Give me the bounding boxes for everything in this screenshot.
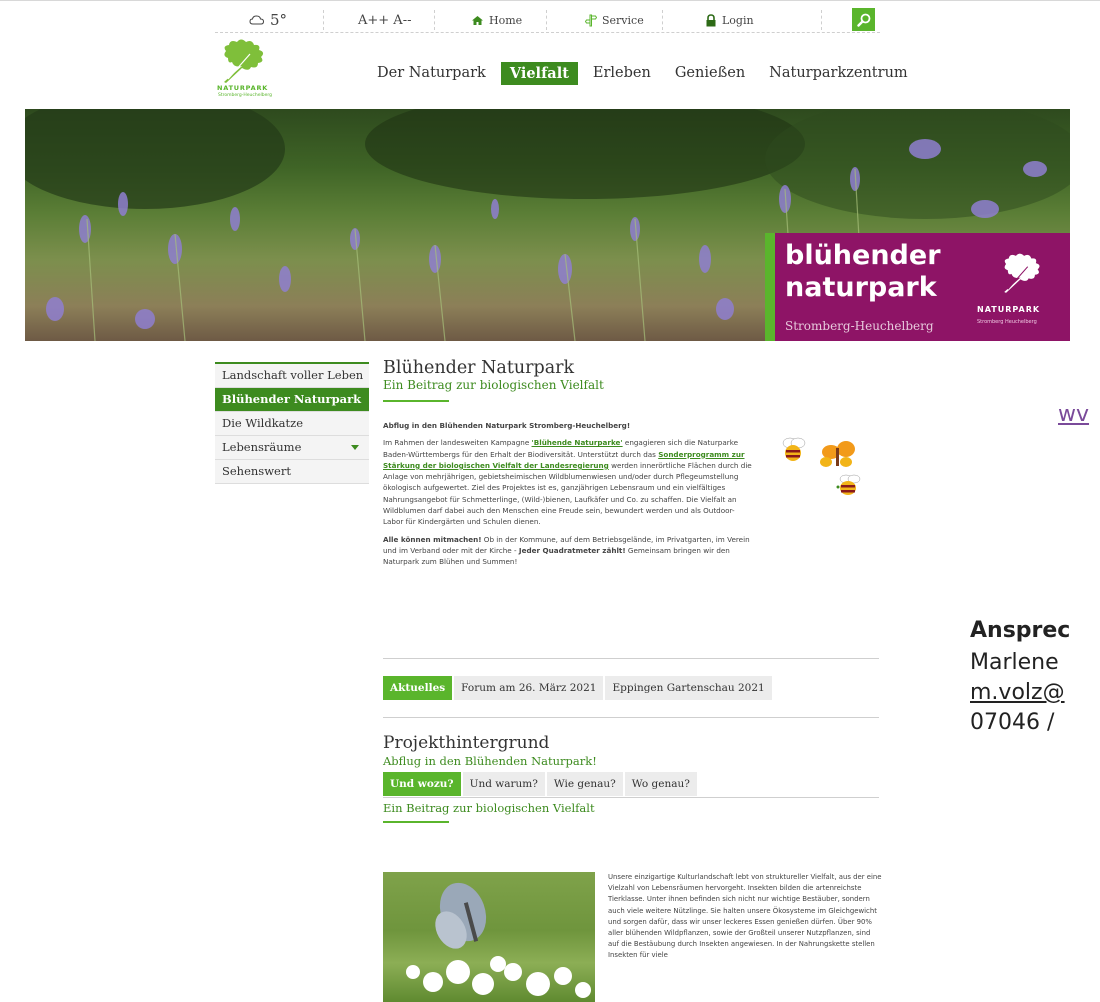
sidebar-nav: Landschaft voller Leben Blühender Naturp…: [215, 362, 369, 484]
main-navigation: Der Naturpark Vielfalt Erleben Genießen …: [368, 60, 923, 86]
text: werden innerörtliche Flächen durch die A…: [383, 460, 752, 527]
top-border: [0, 0, 1100, 1]
article-lead: Abflug in den Blühenden Naturpark Stromb…: [383, 421, 631, 430]
nav-der-naturpark[interactable]: Der Naturpark: [368, 62, 495, 84]
nav-vielfalt[interactable]: Vielfalt: [500, 61, 578, 85]
utility-divider: [821, 10, 823, 30]
butterfly-on-flower-image: [406, 882, 591, 998]
article-paragraph-2: Alle können mitmachen! Ob in der Kommune…: [383, 534, 753, 568]
sidebar-item-lebensraeume[interactable]: Lebensräume: [215, 436, 369, 460]
text-bold: Alle können mitmachen!: [383, 534, 482, 544]
contact-phone: 07046 /: [970, 710, 1055, 735]
page-subtitle: Ein Beitrag zur biologischen Vielfalt: [383, 378, 604, 392]
butterfly-photo: [383, 872, 595, 1002]
hero-region: Stromberg-Heuchelberg: [785, 319, 934, 333]
utility-divider: [434, 10, 436, 30]
cloud-icon: [249, 15, 265, 25]
project-title: Projekthintergrund: [383, 733, 550, 753]
hero-oak-leaf-icon: [1004, 253, 1040, 293]
nav-naturparkzentrum[interactable]: Naturparkzentrum: [760, 62, 916, 84]
weather-temperature: 5°: [270, 11, 288, 29]
hero-logo-sub: Stromberg Heuchelberg: [977, 319, 1037, 325]
title-underline: [383, 400, 449, 402]
butterfly-icon: [820, 441, 855, 467]
kampagne-link[interactable]: 'Blühende Naturparke': [532, 438, 623, 447]
font-size-label[interactable]: A++ A--: [358, 13, 411, 28]
sidebar-item-bluehender-naturpark[interactable]: Blühender Naturpark: [215, 388, 369, 412]
nav-erleben[interactable]: Erleben: [584, 62, 660, 84]
utility-bar: 5° A++ A-- Home Service Login: [215, 8, 880, 33]
project-subtitle: Abflug in den Blühenden Naturpark!: [383, 754, 597, 768]
font-size-controls[interactable]: A++ A--: [358, 8, 411, 32]
tab-forum[interactable]: Forum am 26. März 2021: [454, 676, 604, 700]
login-label: Login: [722, 13, 754, 27]
service-link[interactable]: Service: [585, 8, 644, 32]
website-link[interactable]: wv: [1058, 402, 1089, 427]
hero-banner: blühender naturpark Stromberg-Heuchelber…: [25, 109, 1070, 341]
section-divider: [383, 717, 879, 718]
tab-und-wozu[interactable]: Und wozu?: [383, 772, 461, 796]
oak-leaf-icon: [224, 39, 264, 83]
home-icon: [472, 15, 483, 25]
sidebar-item-label: Lebensräume: [222, 440, 302, 454]
login-link[interactable]: Login: [705, 8, 754, 32]
sidebar-item-landschaft[interactable]: Landschaft voller Leben: [215, 364, 369, 388]
chevron-down-icon[interactable]: [351, 445, 359, 450]
news-tabs: Aktuelles Forum am 26. März 2021 Eppinge…: [383, 676, 774, 700]
tab-heading: Ein Beitrag zur biologischen Vielfalt: [383, 801, 595, 815]
contact-name: Marlene: [970, 650, 1059, 675]
logo-brand: NATURPARK: [217, 84, 269, 92]
page-title: Blühender Naturpark: [383, 358, 575, 378]
sidebar-item-wildkatze[interactable]: Die Wildkatze: [215, 412, 369, 436]
home-label: Home: [489, 13, 523, 27]
article-body: Abflug in den Blühenden Naturpark Stromb…: [383, 420, 753, 574]
hero-logo-brand: NATURPARK: [977, 305, 1041, 314]
project-text: Unsere einzigartige Kulturlandschaft leb…: [608, 873, 882, 960]
logo-subtitle: Stromberg-Heuchelberg: [218, 93, 272, 98]
home-link[interactable]: Home: [471, 8, 522, 32]
tab-aktuelles[interactable]: Aktuelles: [383, 676, 453, 700]
text: Im Rahmen der landesweiten Kampagne: [383, 438, 532, 448]
tab-wo-genau[interactable]: Wo genau?: [624, 772, 697, 796]
utility-divider: [323, 10, 325, 30]
service-label: Service: [602, 13, 644, 27]
site-logo[interactable]: NATURPARK Stromberg-Heuchelberg: [216, 38, 286, 103]
utility-divider: [546, 10, 548, 30]
signpost-icon: [585, 14, 597, 26]
nav-geniessen[interactable]: Genießen: [666, 62, 754, 84]
tab-heading-underline: [383, 821, 449, 823]
hero-line-2: naturpark: [785, 272, 937, 303]
sidebar-item-sehenswert[interactable]: Sehenswert: [215, 460, 369, 484]
lock-icon: [706, 13, 716, 26]
tab-eppingen[interactable]: Eppingen Gartenschau 2021: [605, 676, 772, 700]
text-bold: Jeder Quadratmeter zählt!: [518, 545, 626, 555]
utility-divider: [662, 10, 664, 30]
section-divider: [383, 658, 879, 659]
search-icon: [856, 13, 870, 27]
contact-heading: Ansprec: [970, 618, 1071, 643]
bee-icon: [782, 437, 806, 461]
tab-und-warum[interactable]: Und warum?: [462, 772, 545, 796]
tab-divider: [383, 797, 879, 798]
hero-title-panel: blühender naturpark Stromberg-Heuchelber…: [775, 233, 1070, 341]
weather-widget[interactable]: 5°: [249, 8, 287, 32]
bees-butterfly-illustration: [782, 437, 861, 495]
project-tabs: Und wozu? Und warum? Wie genau? Wo genau…: [383, 772, 699, 796]
tab-wie-genau[interactable]: Wie genau?: [546, 772, 623, 796]
contact-email[interactable]: m.volz@: [970, 680, 1065, 705]
hero-line-1: blühender: [785, 240, 941, 271]
search-button[interactable]: [852, 8, 875, 31]
bee-icon: [836, 474, 861, 495]
article-paragraph-1: Im Rahmen der landesweiten Kampagne 'Blü…: [383, 437, 753, 527]
